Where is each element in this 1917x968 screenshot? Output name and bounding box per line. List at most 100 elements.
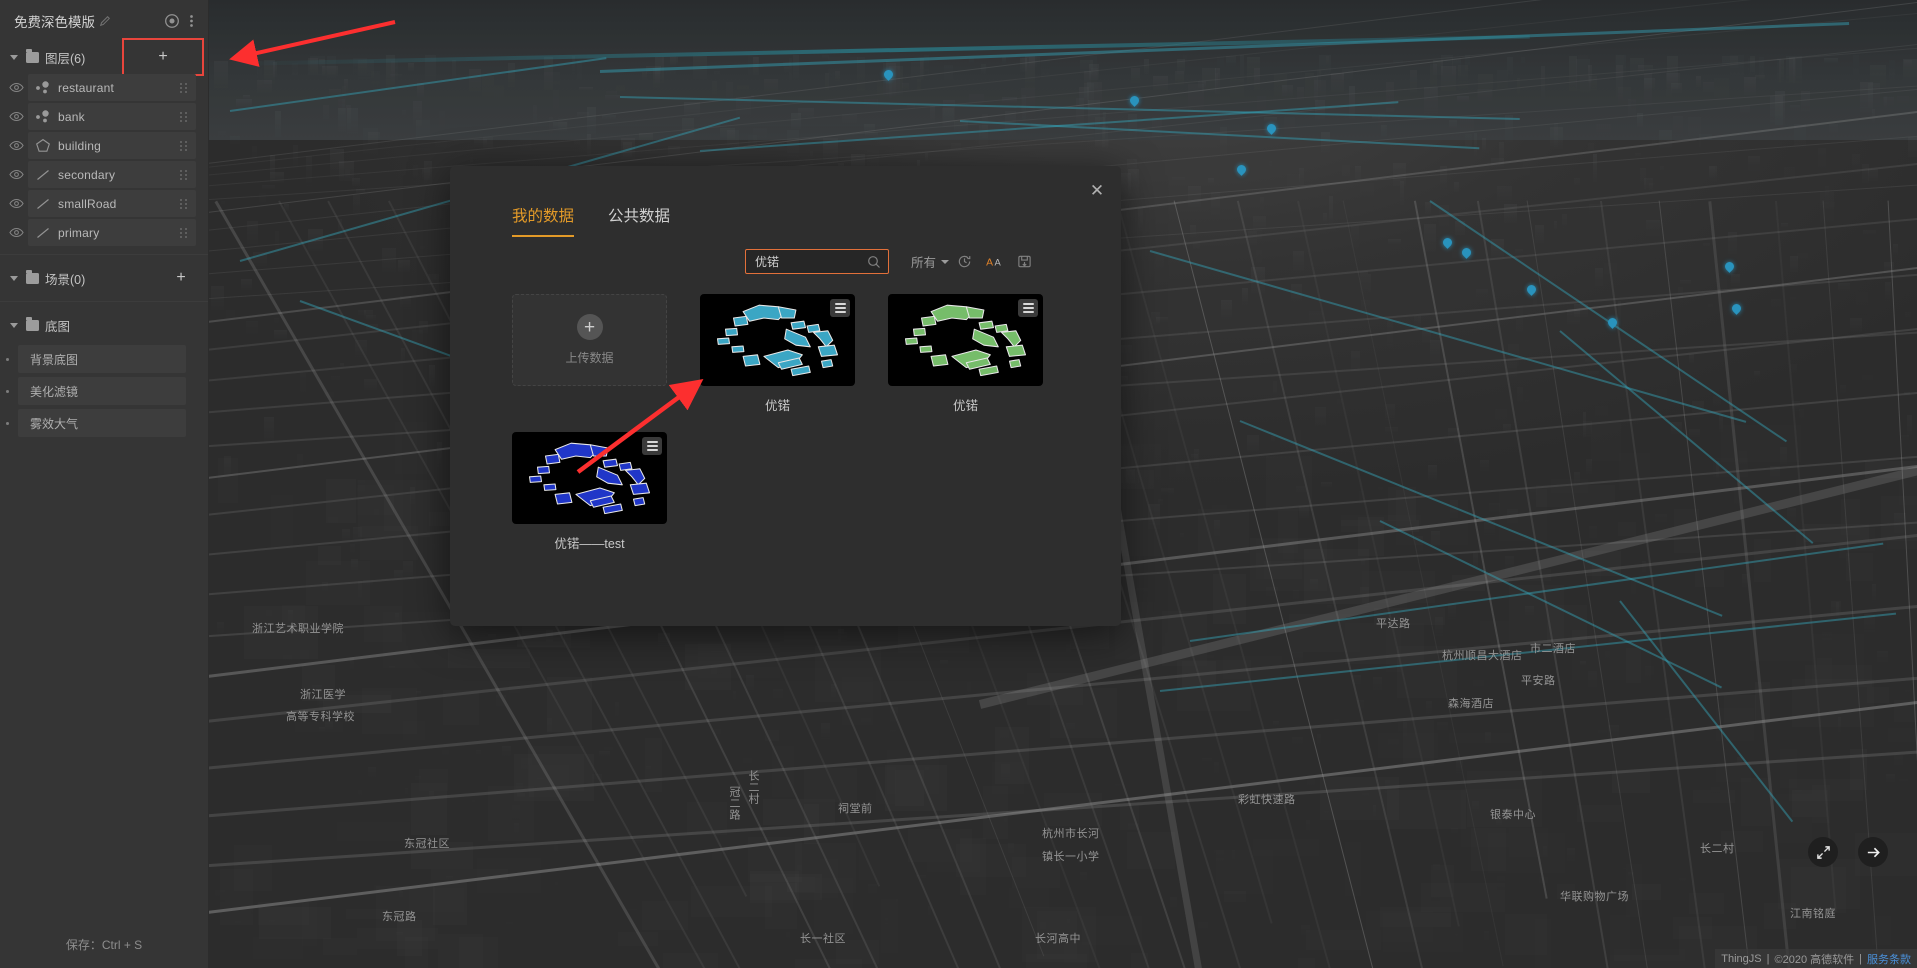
- visibility-eye-icon[interactable]: [4, 198, 28, 209]
- visibility-eye-icon[interactable]: [4, 227, 28, 238]
- save-view-icon[interactable]: [1009, 254, 1039, 269]
- sidebar-group-layers[interactable]: 图层(6) +: [0, 38, 208, 76]
- drag-handle-icon[interactable]: [180, 111, 190, 122]
- group-label-layers: 图层(6): [45, 51, 86, 66]
- layer-item[interactable]: secondary: [28, 161, 196, 188]
- data-card-thumbnail[interactable]: [700, 294, 855, 386]
- add-scene-button[interactable]: +: [160, 266, 202, 290]
- hamburger-menu-icon[interactable]: [642, 437, 662, 455]
- layer-name-label: secondary: [58, 167, 116, 182]
- bullet-dot-icon: [6, 421, 9, 425]
- more-vertical-icon[interactable]: [185, 12, 198, 30]
- folder-icon: [26, 316, 39, 331]
- credit-sep-1: |: [1766, 952, 1770, 965]
- layer-row-primary[interactable]: primary: [0, 218, 208, 247]
- folder-icon: [26, 48, 39, 63]
- upload-data-label: 上传数据: [565, 351, 614, 365]
- group-label-basemap: 底图: [45, 319, 71, 334]
- tab-public-data[interactable]: 公共数据: [608, 204, 670, 237]
- bullet-dot-icon: [6, 357, 9, 361]
- layer-name-label: building: [58, 138, 101, 153]
- upload-data-dropzone[interactable]: + 上传数据: [512, 294, 667, 386]
- layer-row-smallRoad[interactable]: smallRoad: [0, 189, 208, 218]
- modal-toolbar: 所有 A A: [450, 237, 1121, 274]
- basemap-item-label: 雾效大气: [30, 416, 79, 431]
- basemap-item-label: 美化滤镜: [30, 384, 79, 399]
- plus-circle-icon[interactable]: +: [576, 314, 603, 340]
- close-icon[interactable]: ✕: [1085, 178, 1109, 202]
- data-library-modal: ✕ 我的数据 公共数据 所有 A A: [450, 166, 1121, 626]
- layer-item[interactable]: restaurant: [28, 74, 196, 101]
- drag-handle-icon[interactable]: [180, 227, 190, 238]
- svg-text:A: A: [994, 257, 1001, 267]
- hamburger-menu-icon[interactable]: [830, 299, 850, 317]
- basemap-item[interactable]: 背景底图: [6, 345, 186, 373]
- visibility-eye-icon[interactable]: [4, 111, 28, 122]
- layer-type-points-icon: [28, 109, 58, 124]
- layer-row-building[interactable]: building: [0, 131, 208, 160]
- modal-tabs: 我的数据 公共数据: [450, 166, 1121, 237]
- pencil-icon[interactable]: [99, 15, 111, 27]
- history-icon[interactable]: [949, 254, 979, 269]
- search-input[interactable]: [755, 254, 864, 269]
- layer-row-restaurant[interactable]: restaurant: [0, 73, 208, 102]
- data-card-thumbnail[interactable]: [888, 294, 1043, 386]
- add-layer-button[interactable]: +: [122, 38, 204, 76]
- filter-select-label: 所有: [911, 256, 937, 270]
- layer-item[interactable]: primary: [28, 219, 196, 246]
- layer-type-points-icon: [28, 80, 58, 95]
- layer-type-line-icon: [28, 168, 58, 182]
- data-card[interactable]: 优锘——test: [512, 432, 667, 552]
- sidebar-group-basemap[interactable]: 底图: [0, 309, 208, 341]
- data-card-label: 优锘——test: [554, 537, 625, 551]
- layer-type-line-icon: [28, 197, 58, 211]
- credit-brand: ThingJS: [1721, 952, 1762, 965]
- fullscreen-icon[interactable]: [1808, 837, 1838, 867]
- data-card-grid: + 上传数据 优锘 优锘 优锘——test: [450, 274, 1121, 552]
- layer-name-label: bank: [58, 109, 85, 124]
- basemap-item[interactable]: 雾效大气: [6, 409, 186, 437]
- left-sidebar: 免费深色模版 图层(6) + restaurant bank building sec…: [0, 0, 209, 968]
- credit-terms-link[interactable]: 服务条款: [1867, 951, 1911, 967]
- layer-item[interactable]: smallRoad: [28, 190, 196, 217]
- layer-row-secondary[interactable]: secondary: [0, 160, 208, 189]
- data-card[interactable]: 优锘: [700, 294, 855, 414]
- data-card-label: 优锘: [952, 399, 978, 413]
- drag-handle-icon[interactable]: [180, 169, 190, 180]
- next-arrow-icon[interactable]: [1858, 837, 1888, 867]
- layer-row-bank[interactable]: bank: [0, 102, 208, 131]
- visibility-eye-icon[interactable]: [4, 82, 28, 93]
- drag-handle-icon[interactable]: [180, 198, 190, 209]
- layer-item[interactable]: building: [28, 132, 196, 159]
- map-credit: ThingJS | ©2020 高德软件 | 服务条款: [1715, 949, 1917, 968]
- basemap-item[interactable]: 美化滤镜: [6, 377, 186, 405]
- chevron-down-icon[interactable]: [10, 322, 18, 328]
- layer-type-polygon-icon: [28, 138, 58, 153]
- drag-handle-icon[interactable]: [180, 82, 190, 93]
- layer-item[interactable]: bank: [28, 103, 196, 130]
- save-hint: 保存：Ctrl + S: [65, 937, 143, 952]
- chevron-down-icon[interactable]: [10, 54, 18, 60]
- bullet-dot-icon: [6, 389, 9, 393]
- chevron-down-icon[interactable]: [10, 275, 18, 281]
- hamburger-menu-icon[interactable]: [1018, 299, 1038, 317]
- search-box[interactable]: [745, 249, 889, 274]
- visibility-eye-icon[interactable]: [4, 140, 28, 151]
- group-label-scenes: 场景(0): [45, 272, 86, 287]
- divider-1: [0, 254, 208, 255]
- sidebar-group-scenes[interactable]: 场景(0) +: [0, 262, 208, 294]
- visibility-eye-icon[interactable]: [4, 169, 28, 180]
- layer-list: restaurant bank building secondary smallRoad…: [0, 73, 208, 247]
- layer-type-line-icon: [28, 226, 58, 240]
- sort-alpha-icon[interactable]: A A: [979, 254, 1009, 269]
- data-card[interactable]: 优锘: [888, 294, 1043, 414]
- data-card-thumbnail[interactable]: [512, 432, 667, 524]
- tab-my-data[interactable]: 我的数据: [512, 204, 575, 237]
- target-icon[interactable]: [163, 12, 181, 30]
- search-icon[interactable]: [867, 255, 881, 269]
- drag-handle-icon[interactable]: [180, 140, 190, 151]
- filter-select-all[interactable]: 所有: [911, 252, 950, 271]
- folder-icon: [26, 269, 39, 284]
- upload-data-card[interactable]: + 上传数据: [512, 294, 667, 414]
- basemap-item-label: 背景底图: [30, 352, 79, 367]
